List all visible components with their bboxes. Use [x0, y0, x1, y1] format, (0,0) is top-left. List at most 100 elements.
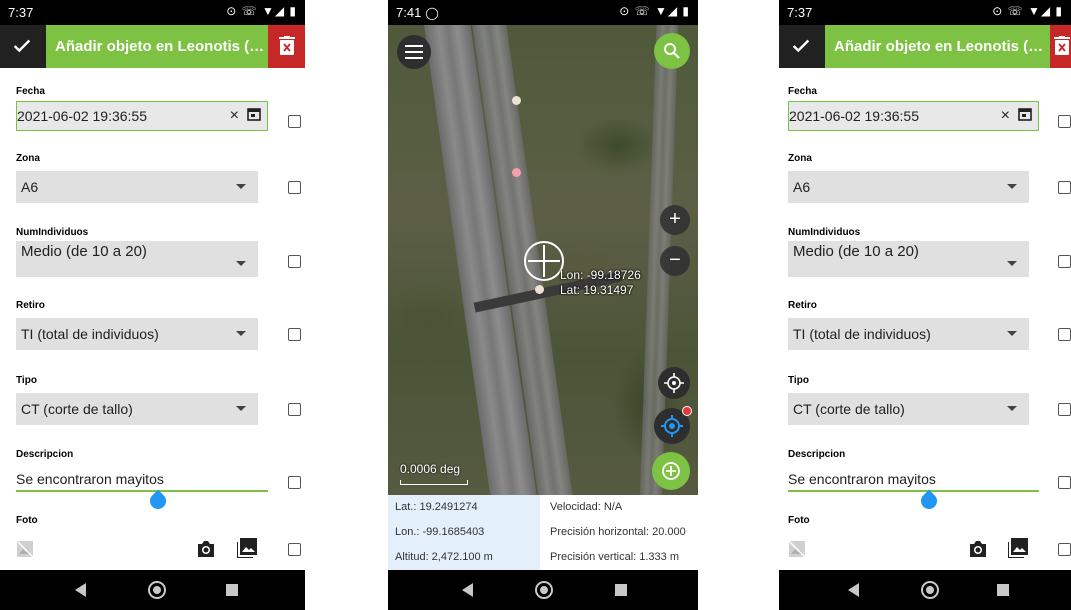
retiro-value: TI (total de individuos): [793, 326, 931, 342]
save-button[interactable]: [0, 25, 46, 68]
back-icon[interactable]: [462, 583, 473, 597]
navigation-bar: [0, 570, 305, 610]
foto-checkbox[interactable]: [1058, 543, 1071, 556]
retiro-dropdown[interactable]: TI (total de individuos): [16, 318, 258, 350]
gps-button[interactable]: [654, 406, 692, 444]
save-button[interactable]: [779, 25, 825, 68]
zona-checkbox[interactable]: [1058, 181, 1071, 194]
dropdown-arrow-icon: [236, 184, 246, 189]
dropdown-arrow-icon: [236, 331, 246, 336]
retiro-checkbox[interactable]: [1058, 328, 1071, 341]
descripcion-input[interactable]: Se encontraron mayitos: [16, 470, 268, 492]
check-icon: [13, 39, 31, 53]
horizontal-precision-value: Precisión horizontal: 20.000: [550, 526, 686, 538]
location-target-icon: [664, 373, 684, 393]
status-time: 7:41 ◯: [396, 5, 439, 20]
status-bar: 7:41 ◯ ⊙ ☏ ▼◢ ▮: [388, 0, 698, 25]
descripcion-value: Se encontraron mayitos: [788, 471, 936, 487]
status-time: 7:37: [8, 5, 34, 20]
fecha-label: Fecha: [788, 86, 817, 97]
text-selection-handle[interactable]: [146, 489, 170, 513]
descripcion-value: Se encontraron mayitos: [16, 471, 164, 487]
tipo-checkbox[interactable]: [288, 403, 301, 416]
zona-value: A6: [793, 179, 811, 195]
numindividuos-label: NumIndividuos: [788, 227, 861, 238]
delete-button[interactable]: [268, 25, 305, 68]
numindividuos-checkbox[interactable]: [1058, 255, 1071, 268]
descripcion-checkbox[interactable]: [1058, 476, 1071, 489]
whatsapp-icon: ◯: [425, 6, 439, 20]
map-scale-text: 0.0006 deg: [400, 462, 461, 476]
tipo-label: Tipo: [788, 375, 809, 386]
descripcion-checkbox[interactable]: [288, 476, 301, 489]
map-marker[interactable]: [535, 285, 544, 294]
fecha-checkbox[interactable]: [288, 115, 301, 128]
camera-icon[interactable]: [968, 540, 988, 558]
clear-icon[interactable]: ×: [230, 107, 239, 125]
camera-icon[interactable]: [196, 540, 216, 558]
zona-checkbox[interactable]: [288, 181, 301, 194]
crosshair-lat: Lat: 19.31497: [560, 283, 634, 297]
home-icon[interactable]: [921, 581, 939, 599]
navigation-bar: [779, 570, 1071, 610]
latitude-value: Lat.: 19.2491274: [388, 495, 540, 520]
longitude-value: Lon.: -99.1685403: [388, 520, 540, 545]
zona-dropdown[interactable]: A6: [788, 171, 1029, 203]
fecha-field[interactable]: 2021-06-02 19:36:55 ×: [788, 101, 1039, 131]
recents-icon[interactable]: [997, 584, 1009, 596]
image-placeholder-icon: [788, 540, 806, 558]
map-marker[interactable]: [512, 168, 521, 177]
tipo-value: CT (corte de tallo): [793, 401, 905, 417]
numindividuos-value: Medio (de 10 a 20): [793, 243, 919, 260]
numindividuos-dropdown[interactable]: Medio (de 10 a 20): [788, 241, 1029, 277]
navigation-bar: [388, 570, 698, 610]
search-button[interactable]: [654, 33, 690, 69]
recents-icon[interactable]: [615, 584, 627, 596]
retiro-value: TI (total de individuos): [21, 326, 159, 342]
calendar-icon[interactable]: [247, 107, 261, 121]
foto-label: Foto: [788, 515, 810, 526]
retiro-dropdown[interactable]: TI (total de individuos): [788, 318, 1029, 350]
fecha-field[interactable]: 2021-06-02 19:36:55 ×: [16, 101, 268, 131]
numindividuos-label: NumIndividuos: [16, 227, 89, 238]
tipo-dropdown[interactable]: CT (corte de tallo): [16, 393, 258, 425]
home-icon[interactable]: [148, 581, 166, 599]
text-selection-handle[interactable]: [917, 489, 941, 513]
fecha-value: 2021-06-02 19:36:55: [17, 108, 147, 124]
descripcion-input[interactable]: Se encontraron mayitos: [788, 470, 1039, 492]
retiro-checkbox[interactable]: [288, 328, 301, 341]
satellite-map[interactable]: Lon: -99.18726 Lat: 19.31497 + − 0.0006 …: [388, 25, 698, 495]
check-icon: [792, 39, 810, 53]
home-icon[interactable]: [535, 581, 553, 599]
dropdown-arrow-icon: [1007, 406, 1017, 411]
map-crosshair: [524, 241, 564, 281]
fecha-value: 2021-06-02 19:36:55: [789, 108, 919, 124]
fecha-checkbox[interactable]: [1058, 115, 1071, 128]
zoom-out-button[interactable]: −: [660, 246, 690, 276]
status-icons: ⊙ ☏ ▼◢ ▮: [619, 4, 690, 18]
clear-icon[interactable]: ×: [1001, 107, 1010, 125]
menu-button[interactable]: [397, 35, 431, 69]
delete-icon: [1054, 36, 1070, 55]
back-icon[interactable]: [75, 583, 86, 597]
zona-value: A6: [21, 179, 39, 195]
back-icon[interactable]: [848, 583, 859, 597]
tipo-checkbox[interactable]: [1058, 403, 1071, 416]
gallery-icon[interactable]: [237, 538, 257, 558]
tipo-dropdown[interactable]: CT (corte de tallo): [788, 393, 1029, 425]
zoom-in-button[interactable]: +: [660, 205, 690, 235]
delete-button[interactable]: [1050, 25, 1071, 68]
center-location-button[interactable]: [658, 367, 690, 399]
numindividuos-checkbox[interactable]: [288, 255, 301, 268]
calendar-icon[interactable]: [1018, 107, 1032, 121]
gallery-icon[interactable]: [1008, 538, 1028, 558]
delete-icon: [279, 36, 295, 55]
vertical-precision-value: Precisión vertical: 1.333 m: [550, 551, 679, 563]
add-feature-button[interactable]: [652, 452, 690, 490]
numindividuos-dropdown[interactable]: Medio (de 10 a 20): [16, 241, 258, 277]
foto-checkbox[interactable]: [288, 543, 301, 556]
recents-icon[interactable]: [226, 584, 238, 596]
map-marker[interactable]: [512, 96, 521, 105]
phone-screen-form-1: 7:37 ⊙ ☏ ▼◢ ▮ Añadir objeto en Leonotis …: [0, 0, 305, 610]
zona-dropdown[interactable]: A6: [16, 171, 258, 203]
